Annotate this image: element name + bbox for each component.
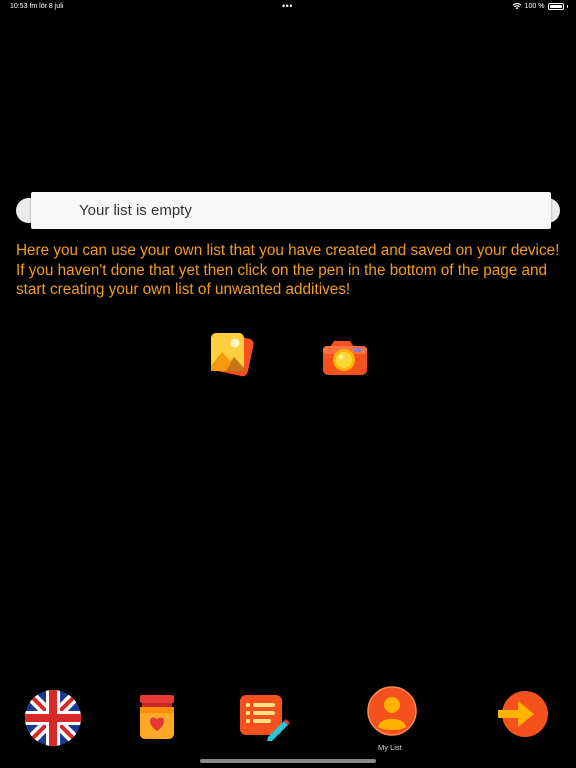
uk-flag-icon xyxy=(25,690,81,746)
pen-list-icon xyxy=(240,695,290,741)
battery-tip xyxy=(566,4,568,8)
multitask-dots[interactable]: ••• xyxy=(282,1,293,11)
tab-label-my-list: My List xyxy=(378,743,402,752)
photo-gallery-button[interactable] xyxy=(208,330,256,378)
status-bar: 10:53 fm lör 8 juli ••• 100 % xyxy=(0,0,576,14)
battery-icon xyxy=(547,2,564,10)
tab-jar[interactable] xyxy=(136,693,178,741)
tab-edit-list[interactable] xyxy=(238,693,290,741)
tab-next[interactable] xyxy=(496,689,550,743)
battery-percent: 100 % xyxy=(524,2,545,10)
camera-icon xyxy=(323,341,367,375)
tab-language[interactable] xyxy=(24,689,82,747)
empty-list-text: Your list is empty xyxy=(79,202,192,219)
home-indicator[interactable] xyxy=(200,759,376,763)
status-time: 10:53 fm lör 8 juli xyxy=(10,3,64,10)
person-icon xyxy=(367,686,417,736)
jar-icon xyxy=(140,695,174,739)
tab-my-list[interactable]: My List xyxy=(366,685,418,757)
photo-gallery-icon xyxy=(211,333,254,377)
status-indicators: 100 % xyxy=(512,2,568,10)
wifi-icon xyxy=(512,3,522,10)
arrow-right-icon xyxy=(498,691,548,737)
empty-list-box[interactable]: Your list is empty xyxy=(31,192,551,229)
list-container: Your list is empty xyxy=(16,192,560,229)
camera-button[interactable] xyxy=(320,334,368,382)
info-text: Here you can use your own list that you … xyxy=(16,242,560,299)
